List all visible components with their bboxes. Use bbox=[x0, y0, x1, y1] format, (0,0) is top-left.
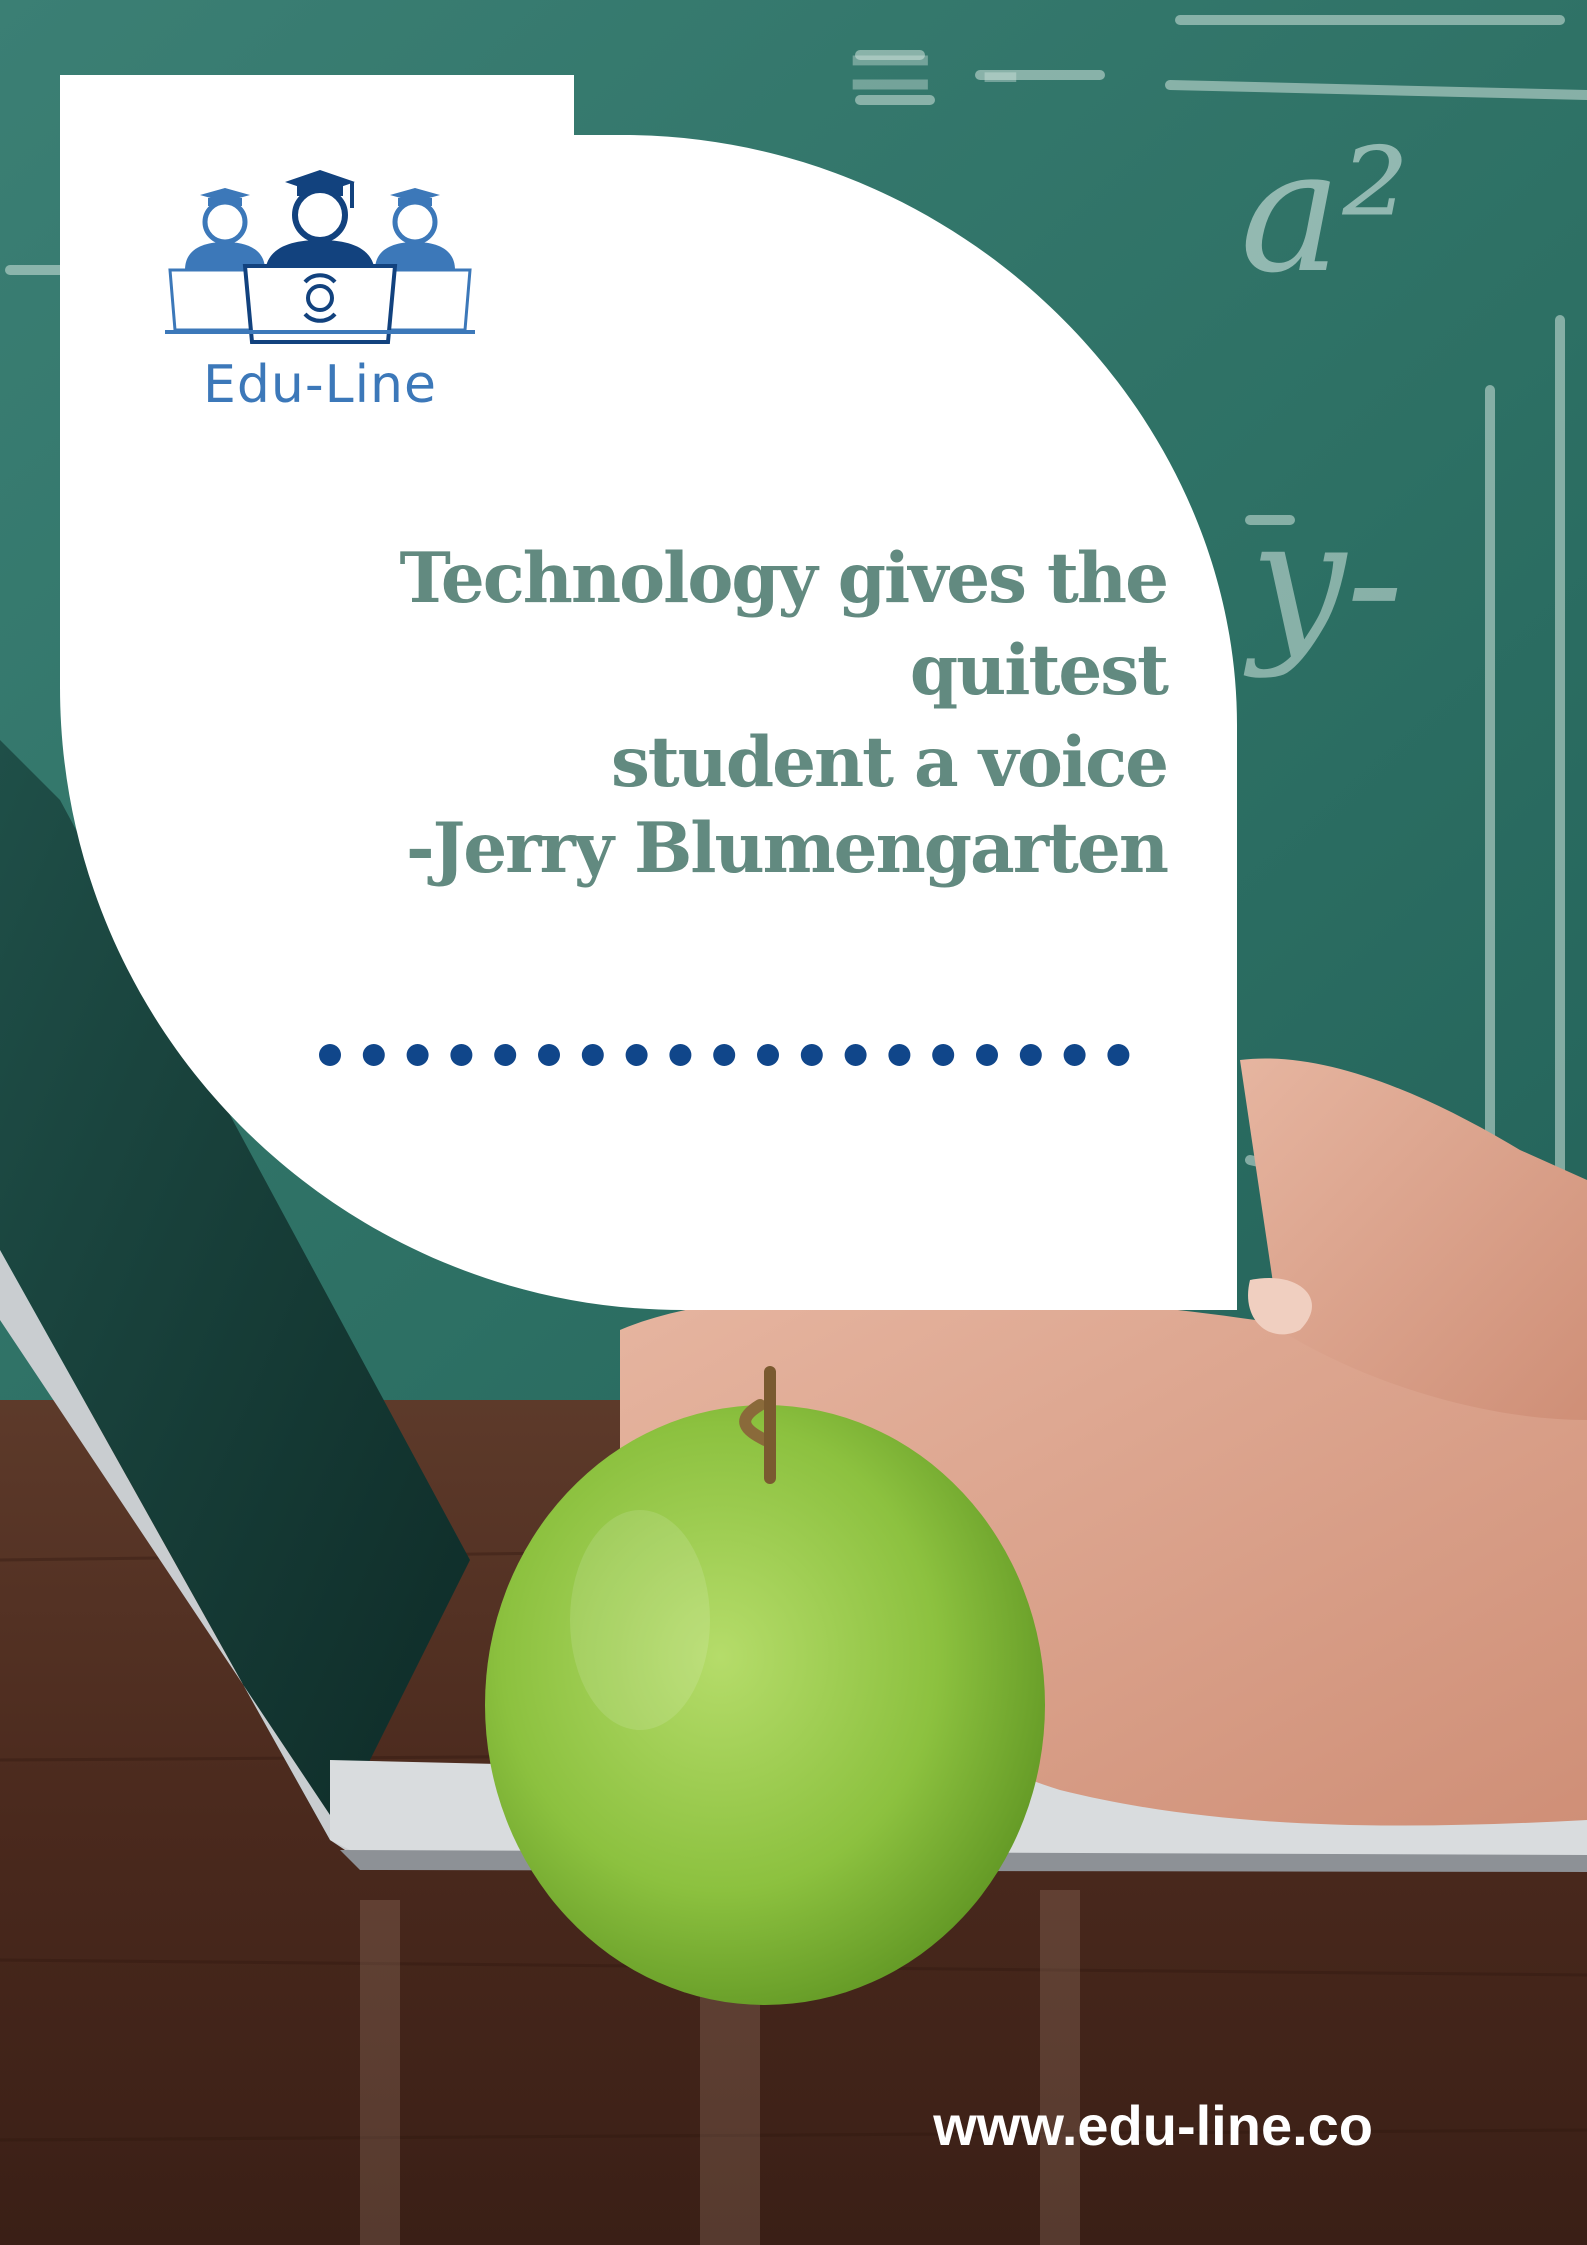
separator-dot bbox=[494, 1044, 517, 1066]
separator-dot bbox=[625, 1044, 648, 1066]
poster: a² y- = - Edu-Line Technology gives the … bbox=[0, 0, 1587, 2245]
separator-dot bbox=[888, 1044, 911, 1066]
chalk-formula: a² bbox=[1240, 113, 1410, 311]
separator-dot bbox=[450, 1044, 473, 1066]
separator-dot bbox=[1019, 1044, 1042, 1066]
separator-dot bbox=[932, 1044, 955, 1066]
quote-line-2: student a voice bbox=[610, 722, 1169, 803]
separator-dot bbox=[976, 1044, 998, 1066]
separator-dot bbox=[800, 1044, 823, 1066]
separator-dot bbox=[406, 1044, 429, 1066]
separator-dot bbox=[1107, 1044, 1130, 1066]
separator-dot bbox=[844, 1044, 867, 1066]
separator-dot bbox=[669, 1044, 692, 1066]
separator-dot bbox=[757, 1044, 779, 1066]
graduates-laptop-icon bbox=[165, 170, 475, 344]
separator-dot bbox=[538, 1044, 560, 1066]
quote-line-1: Technology gives the quitest bbox=[399, 538, 1169, 711]
dotted-separator bbox=[319, 1044, 1130, 1066]
separator-dot bbox=[362, 1044, 385, 1066]
logo-text: Edu-Line bbox=[203, 355, 437, 415]
edu-line-logo: Edu-Line bbox=[160, 160, 480, 430]
separator-dot bbox=[713, 1044, 736, 1066]
chalk-formula-2: y- bbox=[1243, 483, 1403, 681]
quote-text: Technology gives the quitest student a v… bbox=[167, 533, 1169, 809]
quote-author: -Jerry Blumengarten bbox=[405, 808, 1169, 889]
website-url: www.edu-line.co bbox=[933, 2094, 1373, 2157]
separator-dot bbox=[581, 1044, 604, 1066]
separator-dot bbox=[319, 1044, 341, 1066]
separator-dot bbox=[1063, 1044, 1086, 1066]
